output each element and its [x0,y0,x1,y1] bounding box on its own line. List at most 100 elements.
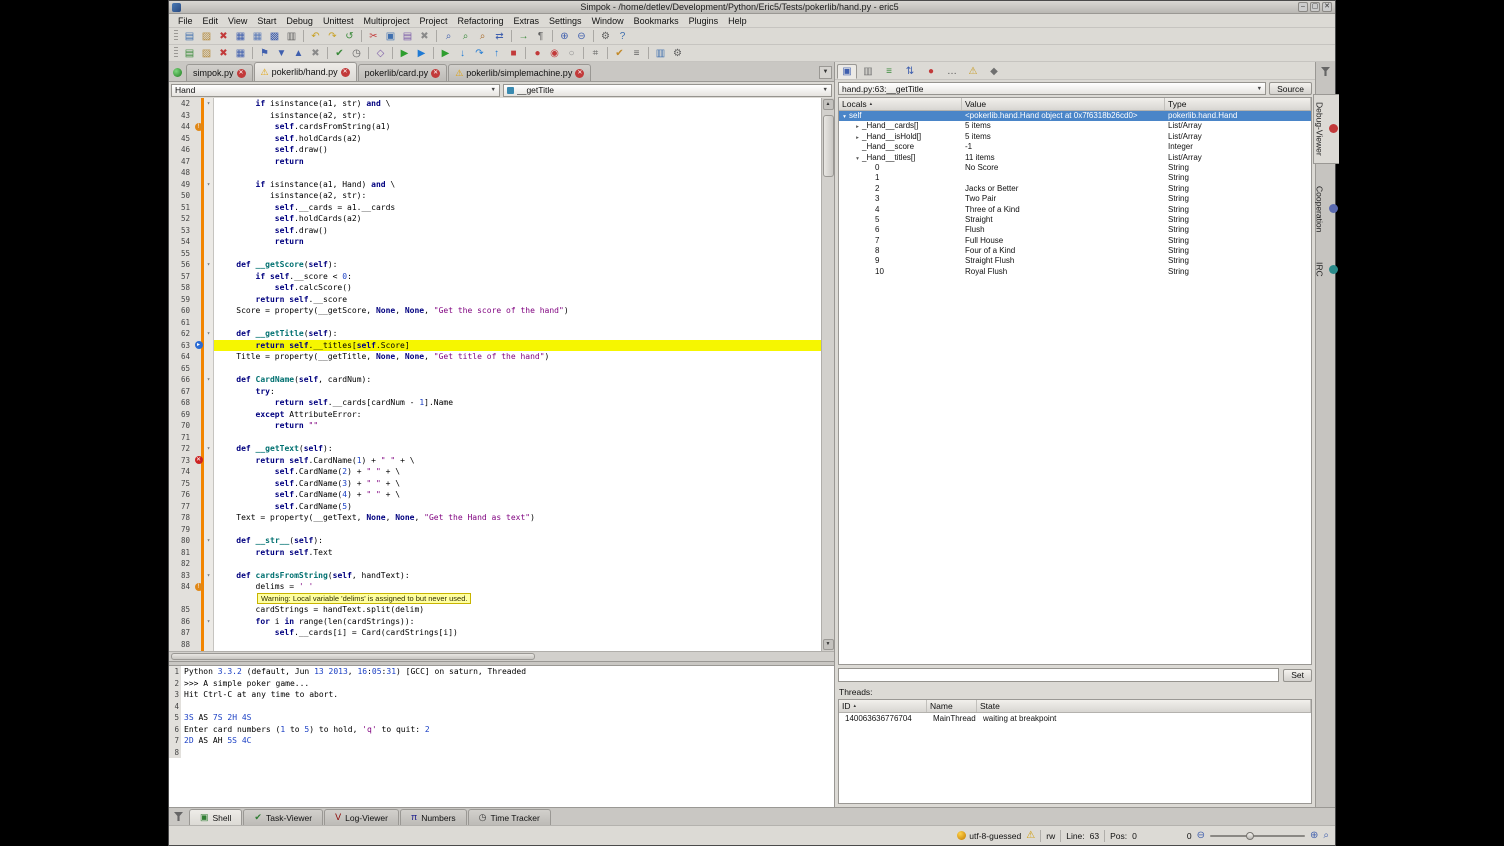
locals-column-value[interactable]: Value [962,98,1165,110]
stop-debug-button[interactable]: ■ [505,46,522,61]
bottom-tab-shell[interactable]: ▣Shell [189,809,242,825]
collapse-icon[interactable] [853,154,862,163]
member-combo[interactable]: __getTitle [503,84,832,97]
editor-line[interactable]: 51 self.__cards = a1.__cards [169,202,821,214]
watchpoints-tab[interactable]: … [942,64,962,79]
editor-line[interactable]: 82 [169,558,821,570]
editor-line[interactable]: 62 def __getTitle(self): [169,328,821,340]
editor-line[interactable]: 63 return self.__titles[self.Score] [169,340,821,352]
editor-line[interactable]: 72 def __getText(self): [169,443,821,455]
fold-margin[interactable] [204,98,214,110]
revert-button[interactable]: ↺ [341,29,358,44]
bottom-tab-task-viewer[interactable]: ✔Task-Viewer [243,809,323,825]
fold-margin[interactable] [204,374,214,386]
fold-margin[interactable] [204,443,214,455]
editor-line[interactable]: 75 self.CardName(3) + " " + \ [169,478,821,490]
menu-item-edit[interactable]: Edit [198,15,224,27]
filter-button[interactable]: ⌗ [587,46,604,61]
open-project-button[interactable]: ▨ [198,46,215,61]
source-location-combo[interactable]: hand.py:63:__getTitle [838,82,1266,95]
locals-row[interactable]: 4Three of a KindString [839,205,1311,215]
bottom-tab-numbers[interactable]: πNumbers [400,809,467,825]
menu-item-start[interactable]: Start [252,15,281,27]
editor-line[interactable]: 60 Score = property(__getScore, None, No… [169,305,821,317]
preferences-button[interactable]: ⚙ [597,29,614,44]
tools-button[interactable]: ⚙ [669,46,686,61]
close-window-button[interactable] [1322,2,1332,12]
editor-line[interactable]: 52 self.holdCards(a2) [169,213,821,225]
editor-line[interactable]: 69 except AttributeError: [169,409,821,421]
editor-line[interactable]: 84 delims = ' ' [169,581,821,593]
threads-column-id[interactable]: ID [839,700,927,712]
tab-list-button[interactable] [819,66,832,79]
zoom-reset-icon[interactable] [1323,830,1329,841]
editor-line[interactable]: 66 def CardName(self, cardNum): [169,374,821,386]
fold-margin[interactable] [204,328,214,340]
locals-row[interactable]: 3Two PairString [839,194,1311,204]
locals-column-type[interactable]: Type [1165,98,1311,110]
editor-line[interactable]: 61 [169,317,821,329]
editor-line[interactable]: 88 [169,639,821,651]
editor-line[interactable]: 67 try: [169,386,821,398]
fold-margin[interactable] [204,259,214,271]
zoom-out-button[interactable]: ⊖ [573,29,590,44]
bottom-tab-log-viewer[interactable]: VLog-Viewer [324,809,399,825]
shell-panel[interactable]: 1Python 3.3.2 (default, Jun 13 2013, 16:… [169,666,834,807]
zoom-in-icon[interactable] [1310,830,1318,841]
save-project-button[interactable]: ▦ [232,46,249,61]
threads-column-state[interactable]: State [977,700,1311,712]
close-project-button[interactable]: ✖ [215,46,232,61]
editor-line[interactable]: 42 if isinstance(a1, str) and \ [169,98,821,110]
paste-button[interactable]: ▤ [399,29,416,44]
print-button[interactable]: ▥ [283,29,300,44]
fold-margin[interactable] [204,535,214,547]
editor-line[interactable]: 74 self.CardName(2) + " " + \ [169,466,821,478]
exceptions-tab[interactable]: ⚠ [963,64,983,79]
locals-row[interactable]: self<pokerlib.hand.Hand object at 0x7f63… [839,111,1311,121]
close-file-button[interactable]: ✖ [215,29,232,44]
locals-row[interactable]: 0No ScoreString [839,163,1311,173]
sidebar-tab-cooperation[interactable]: Cooperation [1313,178,1339,240]
bottom-tab-time-tracker[interactable]: ◷Time Tracker [468,809,551,825]
menu-item-debug[interactable]: Debug [281,15,318,27]
maximize-button[interactable] [1310,2,1320,12]
zoom-in-button[interactable]: ⊕ [556,29,573,44]
editor-line[interactable]: 83 def cardsFromString(self, handText): [169,570,821,582]
goto-brace-button[interactable]: ¶ [532,29,549,44]
editor-line[interactable]: 73 return self.CardName(1) + " " + \ [169,455,821,467]
goto-line-button[interactable]: → [515,29,532,44]
editor-line[interactable]: 45 self.holdCards(a2) [169,133,821,145]
editor-line[interactable]: 68 return self.__cards[cardNum - 1].Name [169,397,821,409]
save-all-button[interactable]: ▩ [266,29,283,44]
locals-row[interactable]: 2Jacks or BetterString [839,184,1311,194]
copy-button[interactable]: ▣ [382,29,399,44]
undo-button[interactable]: ↶ [307,29,324,44]
breakpoints-tab[interactable]: ● [921,64,941,79]
window-layout-button[interactable]: ▥ [652,46,669,61]
fold-margin[interactable] [204,616,214,628]
step-over-button[interactable]: ↷ [471,46,488,61]
unittest-button[interactable]: ◇ [372,46,389,61]
close-tab-icon[interactable] [431,69,440,78]
menu-item-multiproject[interactable]: Multiproject [358,15,414,27]
clear-breakpoints-button[interactable]: ○ [563,46,580,61]
editor-line[interactable]: 80 def __str__(self): [169,535,821,547]
sidebar-tab-irc[interactable]: IRC [1313,254,1339,285]
locals-viewer-tab[interactable]: ▣ [837,64,857,79]
editor-line[interactable]: 56 def __getScore(self): [169,259,821,271]
scrollbar-thumb[interactable] [823,115,834,177]
new-project-button[interactable]: ▤ [181,46,198,61]
editor-horizontal-scrollbar[interactable] [169,651,834,661]
search-prev-button[interactable]: ⌕ [474,29,491,44]
close-tab-icon[interactable] [237,69,246,78]
syntax-check-button[interactable]: ✔ [331,46,348,61]
locals-row[interactable]: 9Straight FlushString [839,256,1311,266]
step-out-button[interactable]: ↑ [488,46,505,61]
toggle-breakpoint-button[interactable]: ● [529,46,546,61]
disassembly-tab[interactable]: ◆ [984,64,1004,79]
collapse-icon[interactable] [840,112,849,121]
search-button[interactable]: ⌕ [440,29,457,44]
profile-button[interactable]: ◷ [348,46,365,61]
zoom-slider[interactable] [1210,831,1305,841]
menu-item-file[interactable]: File [173,15,198,27]
